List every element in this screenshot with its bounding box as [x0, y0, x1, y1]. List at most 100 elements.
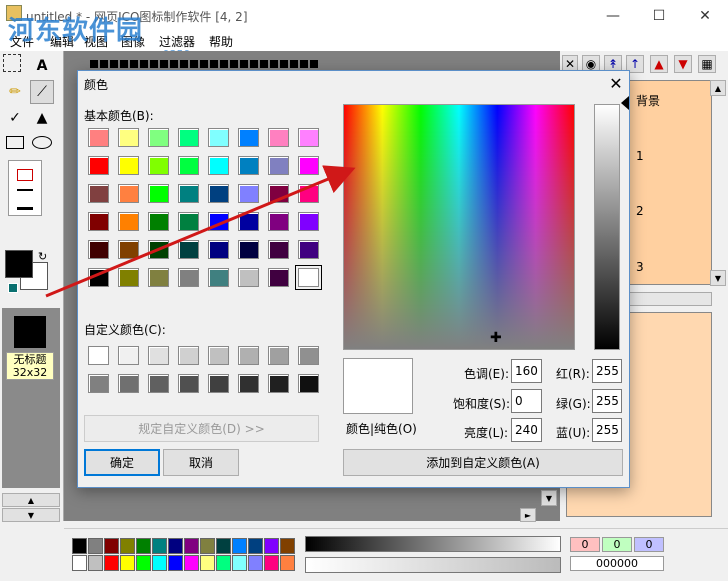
layer-merge-down-icon[interactable]: ▼	[674, 55, 692, 73]
basic-color-swatch[interactable]	[148, 212, 169, 231]
palette-swatch[interactable]	[264, 555, 279, 571]
basic-color-swatch[interactable]	[268, 240, 289, 259]
palette-swatch[interactable]	[280, 555, 295, 571]
basic-color-swatch[interactable]	[178, 240, 199, 259]
custom-color-swatch[interactable]	[118, 374, 139, 393]
red-field[interactable]: 255	[592, 359, 622, 383]
basic-color-swatch[interactable]	[238, 212, 259, 231]
basic-color-swatch[interactable]	[178, 212, 199, 231]
basic-color-swatch[interactable]	[208, 268, 229, 287]
basic-color-swatch[interactable]	[178, 268, 199, 287]
custom-color-swatch[interactable]	[268, 374, 289, 393]
custom-color-swatch[interactable]	[178, 346, 199, 365]
basic-color-swatch[interactable]	[298, 240, 319, 259]
palette-swatch[interactable]	[184, 555, 199, 571]
line-width-2[interactable]	[17, 189, 33, 191]
basic-color-swatch[interactable]	[298, 128, 319, 147]
custom-color-swatch[interactable]	[88, 346, 109, 365]
basic-color-swatch[interactable]	[88, 240, 109, 259]
ok-button[interactable]: 确定	[84, 449, 160, 476]
custom-color-swatch[interactable]	[88, 374, 109, 393]
palette-swatch[interactable]	[120, 538, 135, 554]
custom-color-swatch[interactable]	[148, 346, 169, 365]
layer-scroll-down[interactable]: ▼	[710, 270, 726, 286]
custom-color-swatch[interactable]	[208, 346, 229, 365]
basic-color-swatch[interactable]	[238, 184, 259, 203]
custom-color-swatch[interactable]	[238, 346, 259, 365]
palette-swatch[interactable]	[104, 555, 119, 571]
luminance-field[interactable]: 240	[511, 418, 542, 442]
layer-item-1[interactable]: 1	[636, 149, 644, 163]
palette-swatch[interactable]	[168, 538, 183, 554]
layer-item-background[interactable]: 背景	[636, 92, 660, 109]
basic-color-swatch[interactable]	[268, 212, 289, 231]
basic-color-swatch[interactable]	[88, 128, 109, 147]
basic-color-swatch[interactable]	[118, 240, 139, 259]
color-palette[interactable]	[72, 538, 298, 574]
line-width-3[interactable]	[17, 207, 33, 210]
color-spectrum[interactable]	[343, 104, 575, 350]
palette-swatch[interactable]	[264, 538, 279, 554]
saturation-field[interactable]: 0	[511, 389, 542, 413]
basic-color-swatch[interactable]	[88, 268, 109, 287]
palette-swatch[interactable]	[104, 538, 119, 554]
custom-color-swatch[interactable]	[298, 346, 319, 365]
palette-swatch[interactable]	[136, 538, 151, 554]
basic-color-swatch[interactable]	[178, 184, 199, 203]
hue-field[interactable]: 160	[511, 359, 542, 383]
basic-color-swatch[interactable]	[118, 128, 139, 147]
cancel-button[interactable]: 取消	[163, 449, 239, 476]
layer-item-2[interactable]: 2	[636, 204, 644, 218]
basic-color-swatch[interactable]	[118, 212, 139, 231]
layer-properties-icon[interactable]: ▦	[698, 55, 716, 73]
custom-color-swatch[interactable]	[148, 374, 169, 393]
palette-swatch[interactable]	[216, 555, 231, 571]
line-tool-icon[interactable]: ⟋	[30, 80, 54, 104]
palette-swatch[interactable]	[72, 538, 87, 554]
custom-color-swatch[interactable]	[238, 374, 259, 393]
rectangle-tool-icon[interactable]	[6, 136, 24, 149]
swap-colors-icon[interactable]: ↻	[38, 250, 47, 263]
custom-color-swatch[interactable]	[118, 346, 139, 365]
palette-swatch[interactable]	[136, 555, 151, 571]
scroll-down-button[interactable]: ▼	[2, 508, 60, 522]
basic-color-swatch[interactable]	[148, 268, 169, 287]
icon-thumbnail[interactable]	[14, 316, 46, 348]
palette-swatch[interactable]	[120, 555, 135, 571]
palette-swatch[interactable]	[248, 555, 263, 571]
close-window-button[interactable]: ✕	[682, 0, 728, 31]
palette-swatch[interactable]	[72, 555, 87, 571]
minimize-button[interactable]: —	[590, 0, 636, 31]
basic-color-swatch[interactable]	[178, 128, 199, 147]
text-tool-icon[interactable]: A	[30, 54, 54, 78]
basic-color-swatch[interactable]	[238, 240, 259, 259]
select-tool-icon[interactable]	[3, 54, 21, 72]
basic-color-swatch[interactable]	[148, 128, 169, 147]
green-field[interactable]: 255	[592, 389, 622, 413]
basic-color-swatch[interactable]	[208, 184, 229, 203]
basic-color-swatch[interactable]	[208, 156, 229, 175]
basic-color-swatch[interactable]	[298, 212, 319, 231]
layer-merge-up-icon[interactable]: ▲	[650, 55, 668, 73]
basic-color-swatch[interactable]	[298, 156, 319, 175]
palette-swatch[interactable]	[248, 538, 263, 554]
basic-color-swatch[interactable]	[268, 128, 289, 147]
basic-color-swatch[interactable]	[268, 184, 289, 203]
canvas-scroll-right[interactable]: ►	[520, 508, 536, 522]
palette-swatch[interactable]	[232, 538, 247, 554]
basic-color-swatch[interactable]	[268, 268, 289, 287]
palette-swatch[interactable]	[200, 555, 215, 571]
eyedropper-tool-icon[interactable]: ✓	[3, 106, 27, 130]
layer-item-3[interactable]: 3	[636, 260, 644, 274]
maximize-button[interactable]: ☐	[636, 0, 682, 31]
ellipse-tool-icon[interactable]	[32, 136, 52, 149]
basic-color-swatch[interactable]	[295, 265, 322, 290]
scroll-up-button[interactable]: ▲	[2, 493, 60, 507]
basic-color-swatch[interactable]	[268, 156, 289, 175]
luminance-slider[interactable]	[594, 104, 620, 350]
basic-color-swatch[interactable]	[238, 128, 259, 147]
basic-color-swatch[interactable]	[148, 184, 169, 203]
palette-swatch[interactable]	[152, 555, 167, 571]
basic-color-swatch[interactable]	[298, 184, 319, 203]
basic-color-swatch[interactable]	[238, 268, 259, 287]
